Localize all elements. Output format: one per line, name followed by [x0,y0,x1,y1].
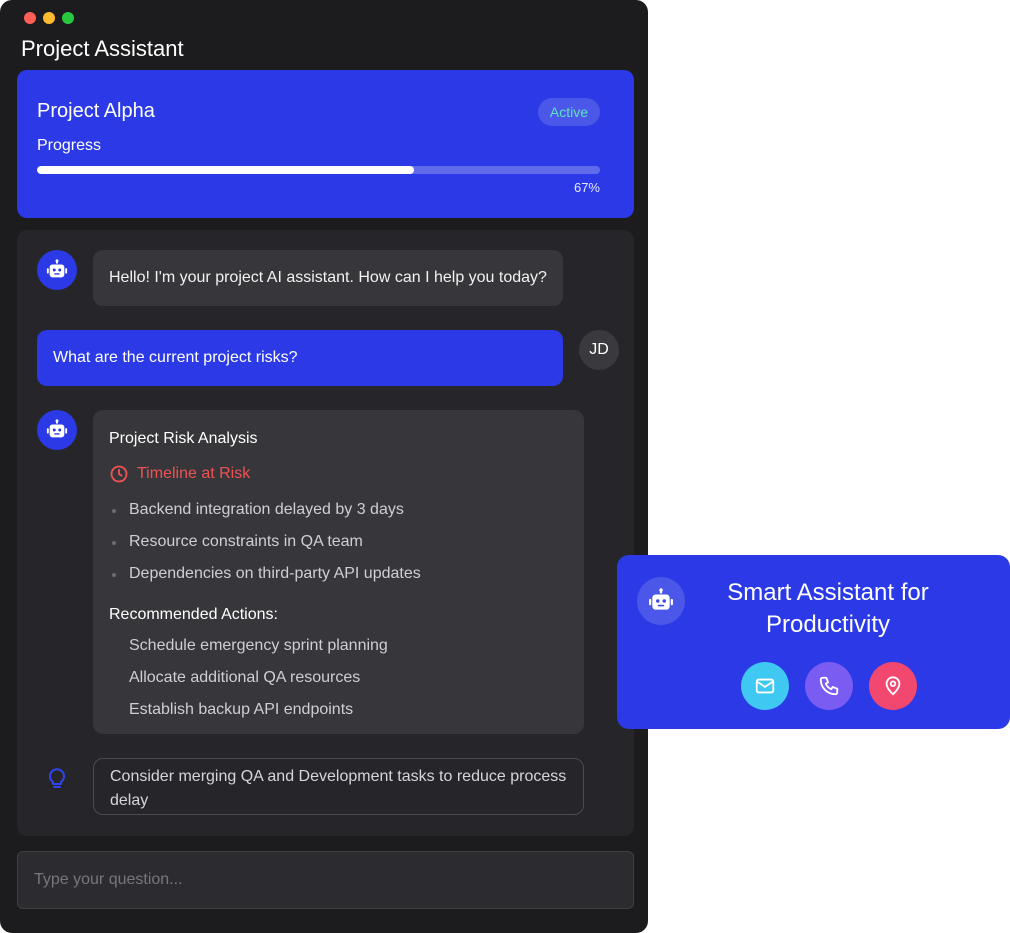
risk-item: Backend integration delayed by 3 days [109,494,568,526]
status-badge: Active [537,98,600,126]
action-item: Establish backup API endpoints [129,701,354,718]
progress-label: Progress [37,137,102,154]
risk-heading: Timeline at Risk [109,464,568,484]
project-card[interactable]: Project Alpha Active Progress 67% [17,70,634,218]
analysis-title: Project Risk Analysis [109,430,258,447]
robot-icon [46,259,68,278]
tip-message: Consider merging QA and Development task… [93,758,584,815]
risk-item: Dependencies on third-party API updates [109,558,568,590]
close-window-button[interactable] [24,12,36,24]
robot-icon [649,588,673,610]
progress-bar [37,166,600,174]
bot-avatar [37,250,77,290]
user-message: What are the current project risks? [37,330,563,386]
progress-percent: 67% [573,180,600,195]
risk-item: Resource constraints in QA team [109,526,568,558]
app-title: Project Assistant [21,36,184,61]
mail-button[interactable] [741,662,789,710]
chat-panel: Hello! I'm your project AI assistant. Ho… [17,230,634,836]
actions-heading: Recommended Actions: [109,606,278,623]
maximize-window-button[interactable] [62,12,74,24]
question-input[interactable] [17,851,634,909]
risk-heading-label: Timeline at Risk [137,465,251,482]
risk-analysis-message: Project Risk Analysis Timeline at Risk B… [93,410,584,734]
project-name: Project Alpha [37,100,155,122]
phone-button[interactable] [805,662,853,710]
app-window: Project Assistant Project Alpha Active P… [0,0,648,933]
bot-message: Hello! I'm your project AI assistant. Ho… [93,250,563,306]
user-avatar[interactable]: JD [579,330,619,370]
promo-title: Smart Assistant for Productivity [727,579,929,638]
lightbulb-icon [45,766,69,797]
window-controls [24,12,74,24]
promo-bot-avatar [637,577,685,625]
promo-actions [741,662,917,710]
action-item: Schedule emergency sprint planning [129,637,388,654]
clock-icon [110,465,128,483]
mail-icon [755,678,775,694]
phone-icon [819,676,839,696]
location-button[interactable] [869,662,917,710]
promo-card: Smart Assistant for Productivity [617,555,1010,729]
location-icon [885,676,901,696]
robot-icon [46,419,68,438]
bot-avatar [37,410,77,450]
action-item: Allocate additional QA resources [129,669,361,686]
progress-fill [37,166,415,174]
minimize-window-button[interactable] [43,12,55,24]
